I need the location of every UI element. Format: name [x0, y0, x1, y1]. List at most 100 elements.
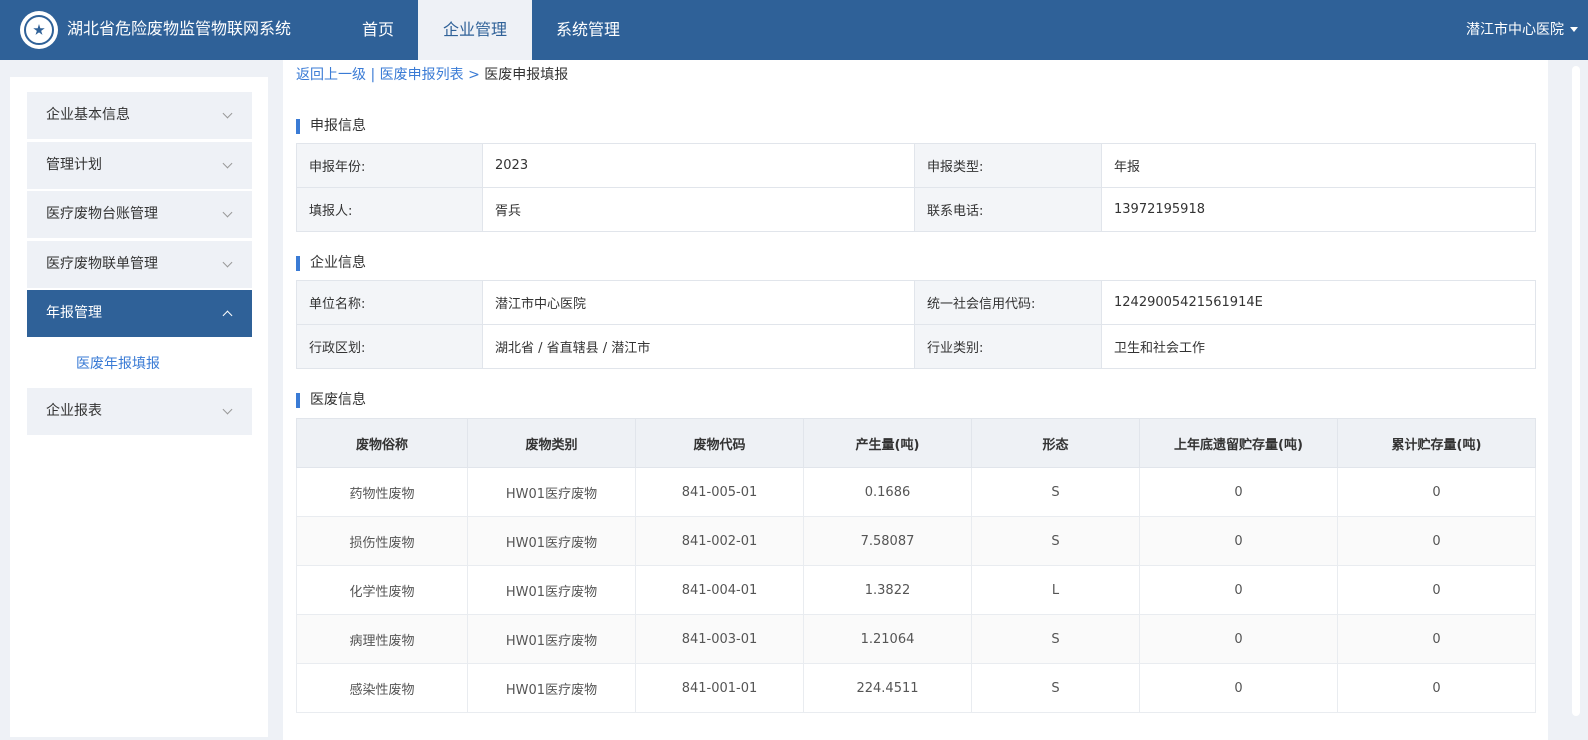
table-cell: L	[971, 565, 1140, 615]
scrollbar-thumb[interactable]	[1572, 66, 1580, 716]
table-cell: 病理性废物	[296, 614, 468, 664]
breadcrumb-current: 医废申报填报	[484, 67, 569, 83]
chevron-down-icon	[222, 207, 233, 218]
table-cell: 0	[1337, 565, 1536, 615]
sidebar-subitem-annual-fill[interactable]: 医废年报填报	[76, 354, 160, 374]
table-cell: HW01医疗废物	[467, 565, 636, 615]
table-cell: 0	[1337, 516, 1536, 566]
nav-home[interactable]: 首页	[338, 0, 418, 60]
name-label: 单位名称:	[296, 280, 483, 325]
table-cell: 1.21064	[803, 614, 972, 664]
column-header: 累计贮存量(吨)	[1337, 418, 1536, 468]
table-cell: 0	[1337, 614, 1536, 664]
table-cell: 0	[1139, 565, 1338, 615]
sidebar-item-reports[interactable]: 企业报表	[27, 388, 252, 435]
phone-value: 13972195918	[1101, 187, 1536, 232]
table-cell: 0	[1139, 467, 1338, 517]
industry-value: 卫生和社会工作	[1101, 324, 1536, 369]
table-cell: 损伤性废物	[296, 516, 468, 566]
table-cell: 化学性废物	[296, 565, 468, 615]
section-title-waste: 医废信息	[296, 391, 366, 409]
year-label: 申报年份:	[296, 143, 483, 188]
top-bar: 湖北省危险废物监管物联网系统 首页 企业管理 系统管理 潜江市中心医院	[0, 0, 1588, 60]
star-icon	[33, 24, 45, 35]
table-cell: 841-001-01	[635, 663, 804, 713]
chevron-down-icon	[222, 404, 233, 415]
user-menu[interactable]: 潜江市中心医院	[1466, 0, 1564, 60]
credit-value: 12429005421561914E	[1101, 280, 1536, 325]
sidebar-item-ledger[interactable]: 医疗废物台账管理	[27, 191, 252, 238]
table-cell: 1.3822	[803, 565, 972, 615]
filler-value: 胥兵	[482, 187, 915, 232]
waste-table: 废物俗称 废物类别 废物代码 产生量(吨) 形态 上年底遗留贮存量(吨) 累计贮…	[296, 418, 1536, 713]
table-cell: S	[971, 467, 1140, 517]
type-value: 年报	[1101, 143, 1536, 188]
table-cell: 0	[1337, 467, 1536, 517]
nav-enterprise[interactable]: 企业管理	[418, 0, 533, 60]
table-row: 药物性废物 HW01医疗废物 841-005-01 0.1686 S 0 0	[296, 467, 1536, 517]
table-cell: S	[971, 663, 1140, 713]
table-cell: 0	[1139, 614, 1338, 664]
table-cell: 224.4511	[803, 663, 972, 713]
year-value: 2023	[482, 143, 915, 188]
table-cell: 0.1686	[803, 467, 972, 517]
back-link[interactable]: 返回上一级	[296, 67, 366, 83]
chevron-down-icon	[222, 158, 233, 169]
column-header: 产生量(吨)	[803, 418, 972, 468]
table-cell: S	[971, 614, 1140, 664]
table-row: 损伤性废物 HW01医疗废物 841-002-01 7.58087 S 0 0	[296, 516, 1536, 566]
caret-down-icon[interactable]	[1570, 27, 1578, 32]
table-row: 感染性废物 HW01医疗废物 841-001-01 224.4511 S 0 0	[296, 663, 1536, 713]
industry-label: 行业类别:	[914, 324, 1102, 369]
column-header: 废物代码	[635, 418, 804, 468]
table-cell: 0	[1139, 516, 1338, 566]
type-label: 申报类型:	[914, 143, 1102, 188]
column-header: 废物类别	[467, 418, 636, 468]
section-title-company: 企业信息	[296, 254, 366, 272]
table-cell: 感染性废物	[296, 663, 468, 713]
sidebar-item-manifest[interactable]: 医疗废物联单管理	[27, 241, 252, 288]
section-title-report: 申报信息	[296, 117, 366, 135]
column-header: 上年底遗留贮存量(吨)	[1139, 418, 1338, 468]
breadcrumb: 返回上一级 | 医废申报列表 > 医废申报填报	[296, 67, 569, 83]
table-cell: HW01医疗废物	[467, 467, 636, 517]
table-cell: HW01医疗废物	[467, 516, 636, 566]
sidebar-item-annual-report[interactable]: 年报管理	[27, 290, 252, 337]
table-cell: 药物性废物	[296, 467, 468, 517]
phone-label: 联系电话:	[914, 187, 1102, 232]
table-header-row: 废物俗称 废物类别 废物代码 产生量(吨) 形态 上年底遗留贮存量(吨) 累计贮…	[296, 418, 1536, 468]
emblem-logo	[20, 11, 58, 49]
credit-label: 统一社会信用代码:	[914, 280, 1102, 325]
table-cell: S	[971, 516, 1140, 566]
region-value: 湖北省 / 省直辖县 / 潜江市	[482, 324, 915, 369]
company-info-table: 单位名称: 潜江市中心医院 统一社会信用代码: 1242900542156191…	[296, 280, 1536, 369]
chevron-up-icon	[222, 310, 233, 321]
table-cell: 7.58087	[803, 516, 972, 566]
table-cell: 0	[1337, 663, 1536, 713]
table-cell: HW01医疗废物	[467, 614, 636, 664]
table-cell: HW01医疗废物	[467, 663, 636, 713]
chevron-down-icon	[222, 108, 233, 119]
main-content: 返回上一级 | 医废申报列表 > 医废申报填报 申报信息 申报年份: 2023 …	[283, 60, 1548, 740]
table-row: 化学性废物 HW01医疗废物 841-004-01 1.3822 L 0 0	[296, 565, 1536, 615]
table-row: 病理性废物 HW01医疗废物 841-003-01 1.21064 S 0 0	[296, 614, 1536, 664]
sidebar-item-plan[interactable]: 管理计划	[27, 142, 252, 189]
vertical-scrollbar[interactable]	[1566, 60, 1588, 730]
app-title: 湖北省危险废物监管物联网系统	[67, 19, 292, 38]
sidebar: 企业基本信息 管理计划 医疗废物台账管理 医疗废物联单管理 年报管理 医废年报填…	[10, 77, 268, 737]
table-cell: 0	[1139, 663, 1338, 713]
column-header: 形态	[971, 418, 1140, 468]
list-link[interactable]: 医废申报列表	[380, 67, 464, 83]
table-cell: 841-002-01	[635, 516, 804, 566]
filler-label: 填报人:	[296, 187, 483, 232]
table-cell: 841-005-01	[635, 467, 804, 517]
name-value: 潜江市中心医院	[482, 280, 915, 325]
region-label: 行政区划:	[296, 324, 483, 369]
nav-system[interactable]: 系统管理	[532, 0, 644, 60]
chevron-down-icon	[222, 257, 233, 268]
sidebar-item-basic-info[interactable]: 企业基本信息	[27, 92, 252, 139]
table-cell: 841-004-01	[635, 565, 804, 615]
report-info-table: 申报年份: 2023 申报类型: 年报 填报人: 胥兵 联系电话: 139721…	[296, 143, 1536, 232]
main-nav: 首页 企业管理 系统管理	[338, 0, 644, 60]
table-cell: 841-003-01	[635, 614, 804, 664]
